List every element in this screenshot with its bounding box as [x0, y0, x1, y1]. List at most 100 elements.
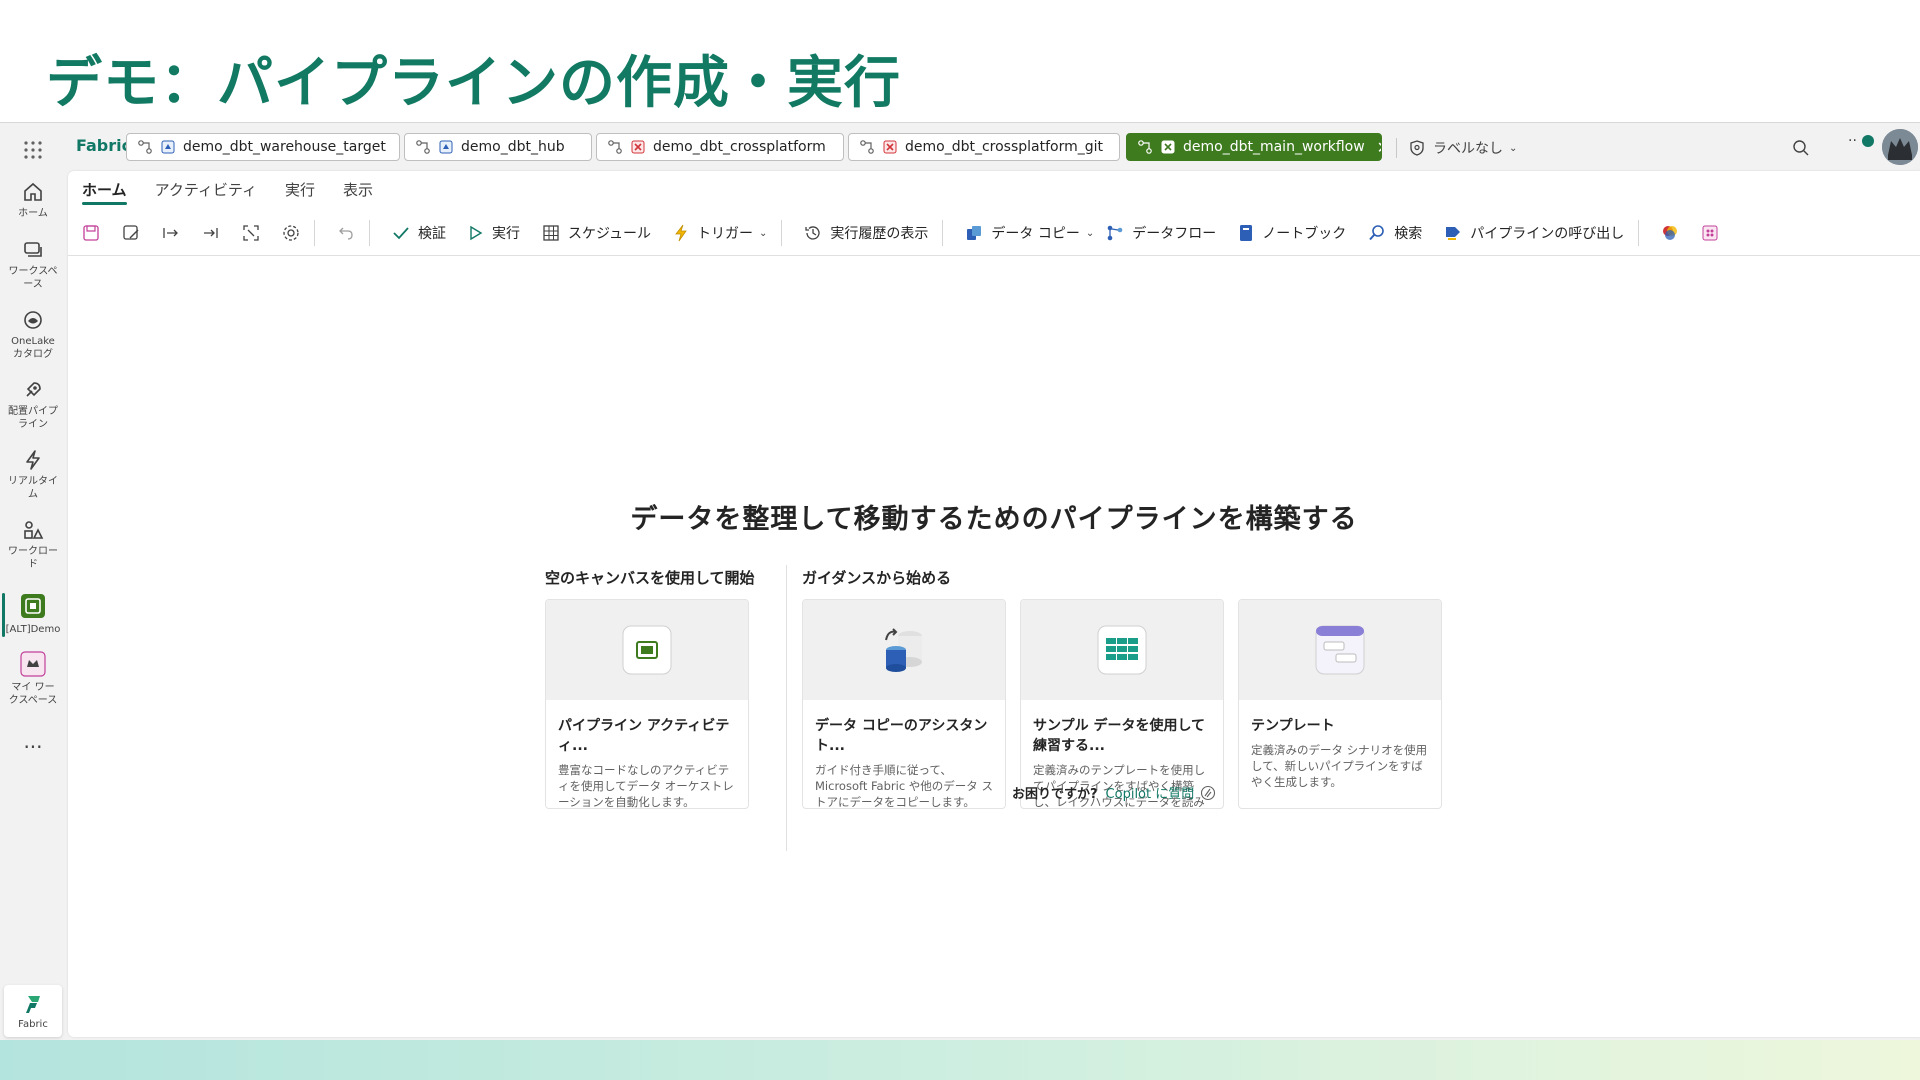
tab-demo-dbt-hub[interactable]: demo_dbt_hub — [404, 133, 592, 161]
realtime-icon — [26, 450, 40, 470]
card-title: テンプレート — [1251, 718, 1335, 734]
avatar[interactable] — [1882, 129, 1918, 165]
toolbar-divider — [1638, 220, 1640, 246]
schedule-label: スケジュール — [568, 226, 652, 242]
card-templates[interactable]: テンプレート 定義済みのデータ シナリオを使用して、新しいパイプラインをすばやく… — [1238, 599, 1442, 809]
tab-run[interactable]: 実行 — [285, 179, 315, 205]
tab-demo-dbt-crossplatform[interactable]: demo_dbt_crossplatform — [596, 133, 844, 161]
pipeline-activity-icon — [622, 625, 672, 675]
card-pipeline-activity[interactable]: パイプライン アクティビティ... 豊富なコードなしのアクティビティを使用してデ… — [545, 599, 749, 809]
copy-data-icon — [967, 226, 982, 240]
rail-fabric-label: Fabric — [18, 1019, 48, 1030]
rail-item-alt-demo[interactable]: [ALT]Demo — [0, 593, 66, 637]
warehouse-icon — [161, 140, 175, 154]
invoke-pipeline-label: パイプラインの呼び出し — [1470, 226, 1625, 242]
rail-item-workload[interactable]: ワークロード — [0, 519, 66, 571]
toolbar-divider — [369, 220, 370, 246]
close-icon[interactable]: ✕ — [1377, 138, 1381, 157]
copy-data-dropdown[interactable]: データ コピー ⌄ — [965, 223, 1094, 243]
dataflow-label: データフロー — [1132, 226, 1217, 242]
ribbon-tabs: ホーム アクティビティ 実行 表示 — [82, 179, 401, 205]
save-as-icon[interactable] — [122, 224, 140, 242]
fit-to-screen-icon[interactable] — [242, 224, 260, 242]
card-title: サンプル データを使用して練習する... — [1033, 718, 1206, 754]
left-rail: ホーム ワークスペース OneLake カタログ 配置パイプライン リアルタイム… — [0, 123, 66, 1041]
section-guided: ガイダンスから始める — [802, 569, 952, 587]
notebook-button[interactable]: ノートブック — [1238, 223, 1346, 243]
notifications-indicator[interactable]: ·· — [1848, 133, 1874, 149]
card-copy-data-assistant[interactable]: データ コピーのアシスタント... ガイド付き手順に従って、Microsoft … — [802, 599, 1006, 809]
tab-label: demo_dbt_main_workflow — [1183, 139, 1365, 155]
brand-name[interactable]: Fabric — [76, 136, 131, 155]
card-sample-data[interactable]: サンプル データを使用して練習する... 定義済みのテンプレートを使用してパイプ… — [1020, 599, 1224, 809]
tab-demo-dbt-main-workflow[interactable]: demo_dbt_main_workflow ✕ — [1126, 133, 1382, 161]
card-thumbnail — [803, 600, 1005, 700]
validate-label: 検証 — [418, 226, 446, 242]
warehouse-icon — [439, 140, 453, 154]
card-title: パイプライン アクティビティ... — [558, 718, 730, 754]
card-description: 定義済みのデータ シナリオを使用して、新しいパイプラインをすばやく生成します。 — [1251, 743, 1428, 789]
workspace-alt-demo-icon — [21, 594, 45, 618]
ribbon-toolbar: 検証 実行 スケジュール トリガー ⌄ 実行履歴の表示 データ コピー ⌄ デー… — [68, 211, 1920, 256]
app-launcher-icon[interactable] — [22, 139, 44, 161]
deployment-pipeline-icon — [26, 382, 41, 397]
slide-bottom-band — [0, 1040, 1920, 1080]
tab-label: demo_dbt_warehouse_target — [183, 139, 386, 155]
search-icon[interactable] — [1792, 139, 1810, 157]
pipeline-icon — [137, 139, 153, 155]
card-description: ガイド付き手順に従って、Microsoft Fabric や他のデータ ストアに… — [815, 763, 993, 809]
copilot-ask-link[interactable]: Copilot に質問 — [1106, 783, 1195, 802]
more-icon[interactable]: ... — [0, 729, 66, 753]
copy-assistant-icon — [885, 628, 922, 672]
pipeline-icon — [415, 139, 431, 155]
move-end-icon[interactable] — [202, 224, 220, 242]
editor-panel: ホーム アクティビティ 実行 表示 検証 実行 スケジュール トリガー ⌄ 実行… — [68, 171, 1920, 1037]
tab-activity[interactable]: アクティビティ — [155, 179, 257, 205]
tab-demo-dbt-warehouse-target[interactable]: demo_dbt_warehouse_target — [126, 133, 400, 161]
avatar-image — [1882, 129, 1918, 165]
lookup-button[interactable]: 検索 — [1368, 223, 1422, 243]
rail-item-my-workspace[interactable]: マイ ワークスペース — [0, 651, 66, 707]
apps-grid-icon[interactable] — [1701, 224, 1719, 242]
run-button[interactable]: 実行 — [468, 223, 520, 243]
schedule-button[interactable]: スケジュール — [542, 223, 651, 243]
pipeline-icon — [1137, 139, 1153, 155]
dataflow-icon — [1107, 225, 1123, 241]
chevron-down-icon: ⌄ — [1085, 227, 1095, 239]
rail-item-realtime[interactable]: リアルタイム — [0, 449, 66, 501]
shield-icon — [1410, 140, 1424, 156]
rail-label-alt-demo: [ALT]Demo — [5, 624, 61, 635]
sensitivity-label-control[interactable]: ラベルなし ⌄ — [1396, 138, 1517, 158]
save-icon[interactable] — [82, 224, 100, 242]
rail-fabric-switcher[interactable]: Fabric — [4, 985, 62, 1037]
settings-gear-icon[interactable] — [282, 224, 300, 242]
copilot-help-icon[interactable] — [1200, 785, 1216, 801]
card-thumbnail — [546, 600, 748, 700]
move-right-icon[interactable] — [162, 224, 180, 242]
fabric-logo-icon — [26, 996, 40, 1013]
rail-item-deployment[interactable]: 配置パイプライン — [0, 379, 66, 431]
tab-demo-dbt-crossplatform-git[interactable]: demo_dbt_crossplatform_git — [848, 133, 1120, 161]
tab-home[interactable]: ホーム — [82, 179, 127, 205]
rail-item-home[interactable]: ホーム — [0, 181, 66, 220]
validate-button[interactable]: 検証 — [392, 223, 446, 243]
rail-item-workspaces[interactable]: ワークスペース — [0, 239, 66, 291]
rail-item-onelake[interactable]: OneLake カタログ — [0, 309, 66, 361]
invoke-pipeline-button[interactable]: パイプラインの呼び出し — [1444, 223, 1624, 243]
checkmark-icon — [393, 227, 409, 240]
card-title: データ コピーのアシスタント... — [815, 718, 988, 754]
onelake-icon — [24, 311, 42, 329]
divider — [1396, 138, 1397, 158]
rail-label-workspaces: ワークスペース — [8, 266, 58, 290]
tab-view[interactable]: 表示 — [343, 179, 373, 205]
rail-label-deployment: 配置パイプライン — [8, 406, 58, 430]
dataflow-button[interactable]: データフロー — [1106, 223, 1216, 243]
card-description: 豊富なコードなしのアクティビティを使用してデータ オーケストレーションを自動化し… — [558, 763, 734, 809]
canvas-hero-title: データを整理して移動するためのパイプラインを構築する — [630, 504, 1358, 535]
view-run-history-button[interactable]: 実行履歴の表示 — [804, 223, 928, 243]
trigger-dropdown[interactable]: トリガー ⌄ — [673, 223, 767, 243]
error-icon — [883, 140, 897, 154]
copilot-icon[interactable] — [1661, 224, 1679, 242]
undo-icon[interactable] — [337, 224, 355, 242]
lookup-label: 検索 — [1394, 226, 1423, 242]
